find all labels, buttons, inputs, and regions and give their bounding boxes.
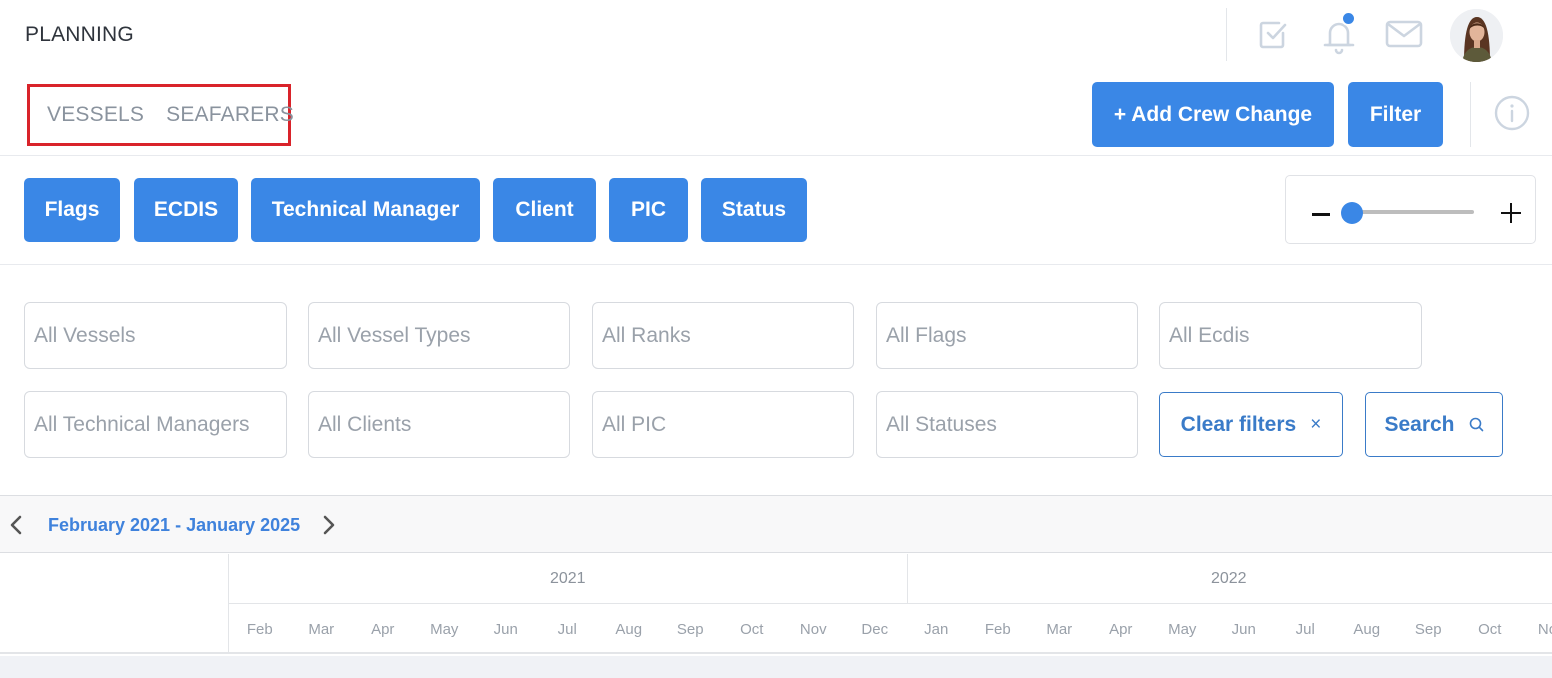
month-label: Sep	[1414, 621, 1442, 638]
actions-divider	[1470, 82, 1471, 147]
gantt-row-label-column	[0, 554, 229, 654]
bell-icon[interactable]	[1319, 11, 1359, 56]
clients-select[interactable]: All Clients	[308, 391, 570, 458]
mail-icon[interactable]	[1385, 18, 1423, 50]
add-crew-change-button[interactable]: + Add Crew Change	[1092, 82, 1334, 147]
tab-seafarers[interactable]: SEAFARERS	[166, 103, 294, 127]
view-tabs: VESSELS SEAFARERS	[27, 84, 294, 146]
month-label: Oct	[1478, 621, 1502, 638]
technical-managers-select[interactable]: All Technical Managers	[24, 391, 287, 458]
zoom-in-button[interactable]	[1501, 203, 1521, 223]
flags-select[interactable]: All Flags	[876, 302, 1138, 369]
month-label: Jun	[493, 621, 518, 638]
chip-client[interactable]: Client	[493, 178, 596, 242]
month-row: Feb Mar Apr May Jun Jul Aug Sep Oct Nov Dec Jan Feb M…	[229, 605, 1552, 654]
vessels-select[interactable]: All Vessels	[24, 302, 287, 369]
vessel-types-select[interactable]: All Vessel Types	[308, 302, 570, 369]
month-label: Jul	[557, 621, 577, 638]
month-label: Feb	[246, 621, 273, 638]
chip-status[interactable]: Status	[701, 178, 807, 242]
previous-range-arrow[interactable]	[7, 514, 27, 536]
search-label: Search	[1384, 412, 1455, 436]
chip-technical-manager[interactable]: Technical Manager	[251, 178, 480, 242]
section-divider	[0, 264, 1552, 265]
gantt-header: 2021 2022 Feb Mar Apr May Jun Jul Aug Sep Oct Nov D…	[0, 554, 1552, 654]
month-label: Oct	[740, 621, 764, 638]
month-label: Apr	[1109, 621, 1133, 638]
notification-dot	[1341, 11, 1356, 26]
zoom-out-button[interactable]	[1312, 213, 1330, 216]
month-label: Nov	[1537, 621, 1552, 638]
info-icon[interactable]	[1493, 94, 1531, 132]
zoom-slider-track[interactable]	[1352, 210, 1474, 214]
search-button[interactable]: Search	[1365, 392, 1503, 457]
zoom-control	[1285, 175, 1536, 244]
pic-select[interactable]: All PIC	[592, 391, 854, 458]
avatar[interactable]	[1450, 9, 1503, 62]
section-divider	[0, 155, 1552, 156]
month-label: May	[1168, 621, 1197, 638]
chip-pic[interactable]: PIC	[609, 178, 688, 242]
month-label: Dec	[861, 621, 889, 638]
statuses-select[interactable]: All Statuses	[876, 391, 1138, 458]
close-icon: ×	[1310, 413, 1322, 435]
filter-button[interactable]: Filter	[1348, 82, 1443, 147]
month-label: Jul	[1295, 621, 1315, 638]
month-label: Mar	[1046, 621, 1073, 638]
year-row: 2021 2022	[229, 554, 1552, 604]
month-label: Nov	[799, 621, 827, 638]
clear-filters-label: Clear filters	[1180, 412, 1297, 436]
month-label: Jun	[1231, 621, 1256, 638]
month-label: Aug	[1353, 621, 1381, 638]
zoom-slider-thumb[interactable]	[1341, 202, 1363, 224]
month-label: Jan	[924, 621, 949, 638]
chip-flags[interactable]: Flags	[24, 178, 120, 242]
page-title: PLANNING	[25, 23, 134, 46]
ranks-select[interactable]: All Ranks	[592, 302, 854, 369]
date-range-label: February 2021 - January 2025	[48, 515, 301, 535]
ecdis-select[interactable]: All Ecdis	[1159, 302, 1422, 369]
tab-vessels[interactable]: VESSELS	[47, 103, 144, 127]
month-label: May	[430, 621, 459, 638]
month-label: Feb	[984, 621, 1011, 638]
tasks-check-icon[interactable]	[1256, 16, 1292, 52]
header-divider	[1226, 8, 1227, 61]
month-label: Apr	[371, 621, 395, 638]
month-label: Aug	[615, 621, 643, 638]
gantt-body	[0, 656, 1552, 678]
month-label: Sep	[676, 621, 704, 638]
month-label: Mar	[308, 621, 335, 638]
year-label: 2022	[1210, 570, 1247, 587]
year-label: 2021	[229, 554, 908, 604]
timeline-navigation: February 2021 - January 2025	[0, 495, 1552, 553]
chip-ecdis[interactable]: ECDIS	[134, 178, 238, 242]
next-range-arrow[interactable]	[318, 514, 338, 536]
search-icon	[1469, 417, 1483, 432]
clear-filters-button[interactable]: Clear filters ×	[1159, 392, 1343, 457]
